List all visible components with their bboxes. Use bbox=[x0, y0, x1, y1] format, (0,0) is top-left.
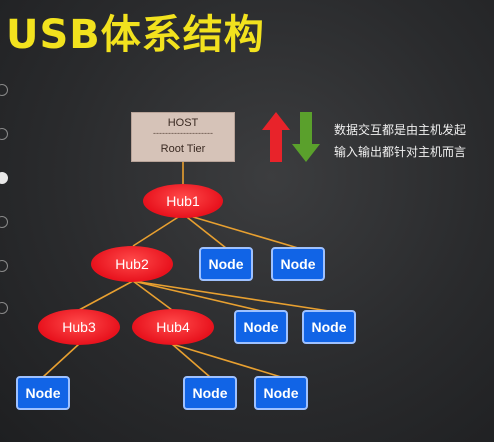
edge-hub4-node7 bbox=[171, 343, 282, 378]
hub1: Hub1 bbox=[143, 184, 223, 218]
node-hub2-a: Node bbox=[234, 310, 288, 344]
node-label: Node bbox=[280, 256, 316, 272]
hub1-label: Hub1 bbox=[166, 193, 200, 209]
node-label: Node bbox=[243, 319, 279, 335]
edge-hub3-node5 bbox=[42, 343, 80, 378]
edge-hub2-hub3 bbox=[78, 280, 134, 311]
host-separator: -------------------- bbox=[153, 128, 213, 138]
edge-hub1-hub2 bbox=[132, 213, 184, 247]
tree-edges bbox=[42, 162, 330, 378]
hub2-label: Hub2 bbox=[115, 256, 149, 272]
node-hub1-b: Node bbox=[271, 247, 325, 281]
down-arrow-icon bbox=[292, 112, 320, 162]
node-label: Node bbox=[311, 319, 347, 335]
node-hub1-a: Node bbox=[199, 247, 253, 281]
node-label: Node bbox=[263, 385, 299, 401]
hub2: Hub2 bbox=[91, 246, 173, 282]
edge-hub2-node4 bbox=[132, 280, 330, 312]
host-root-tier: HOST -------------------- Root Tier bbox=[131, 112, 235, 162]
node-hub4-b: Node bbox=[254, 376, 308, 410]
edge-hub1-node2 bbox=[182, 213, 299, 249]
hub3-label: Hub3 bbox=[62, 319, 96, 335]
hub4-label: Hub4 bbox=[156, 319, 190, 335]
hub4: Hub4 bbox=[132, 309, 214, 345]
node-label: Node bbox=[192, 385, 228, 401]
node-label: Node bbox=[25, 385, 61, 401]
note-line-1: 数据交互都是由主机发起 bbox=[334, 123, 467, 137]
hub3: Hub3 bbox=[38, 309, 120, 345]
node-hub3-a: Node bbox=[16, 376, 70, 410]
edge-hub1-node1 bbox=[182, 213, 227, 249]
node-hub4-a: Node bbox=[183, 376, 237, 410]
note-line-2: 输入输出都针对主机而言 bbox=[334, 145, 467, 159]
up-arrow-icon bbox=[262, 112, 290, 162]
root-tier-label: Root Tier bbox=[160, 143, 206, 155]
node-hub2-b: Node bbox=[302, 310, 356, 344]
node-label: Node bbox=[208, 256, 244, 272]
